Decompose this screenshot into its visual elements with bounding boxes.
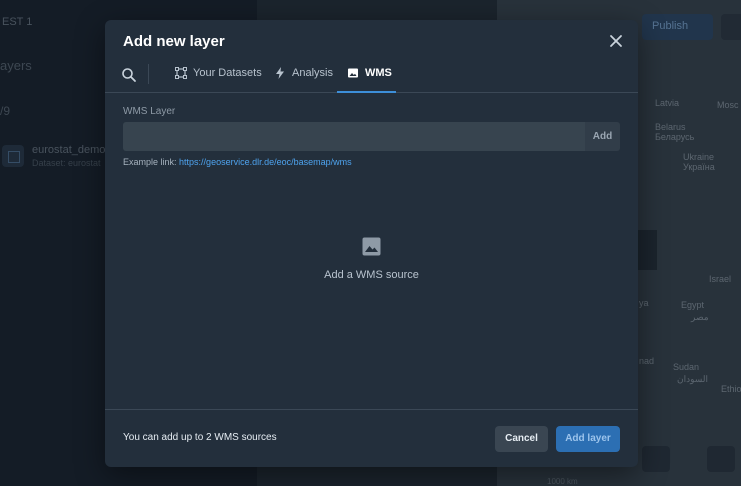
layer-source-tabs: Your Datasets Analysis WMS [105, 64, 638, 93]
wms-url-input[interactable] [123, 122, 585, 151]
wms-limit-note: You can add up to 2 WMS sources [123, 432, 277, 443]
example-prefix: Example link: [123, 157, 177, 167]
image-icon [347, 67, 359, 79]
tab-wms[interactable]: WMS [337, 64, 396, 93]
search-icon[interactable] [121, 67, 137, 83]
tab-label: Analysis [292, 67, 333, 79]
lightning-icon [274, 67, 286, 79]
dialog-title: Add new layer [123, 33, 225, 50]
close-icon[interactable] [608, 33, 624, 49]
add-layer-button[interactable]: Add layer [556, 426, 620, 452]
tab-divider [148, 64, 149, 84]
example-link[interactable]: https://geoservice.dlr.de/eoc/basemap/wm… [179, 157, 352, 167]
tab-your-datasets[interactable]: Your Datasets [175, 64, 262, 93]
cancel-button[interactable]: Cancel [495, 426, 548, 452]
tab-label: WMS [365, 67, 392, 79]
footer-divider [105, 409, 638, 410]
add-wms-button[interactable]: Add [585, 122, 620, 151]
tab-analysis[interactable]: Analysis [274, 64, 333, 93]
add-layer-dialog: Add new layer Your Datasets Analysis WMS [105, 20, 638, 467]
dataset-icon [175, 67, 187, 79]
wms-layer-label: WMS Layer [123, 106, 176, 117]
tab-label: Your Datasets [193, 67, 262, 79]
example-link-row: Example link: https://geoservice.dlr.de/… [123, 157, 352, 167]
empty-state-text: Add a WMS source [324, 269, 419, 281]
image-icon [362, 237, 381, 256]
